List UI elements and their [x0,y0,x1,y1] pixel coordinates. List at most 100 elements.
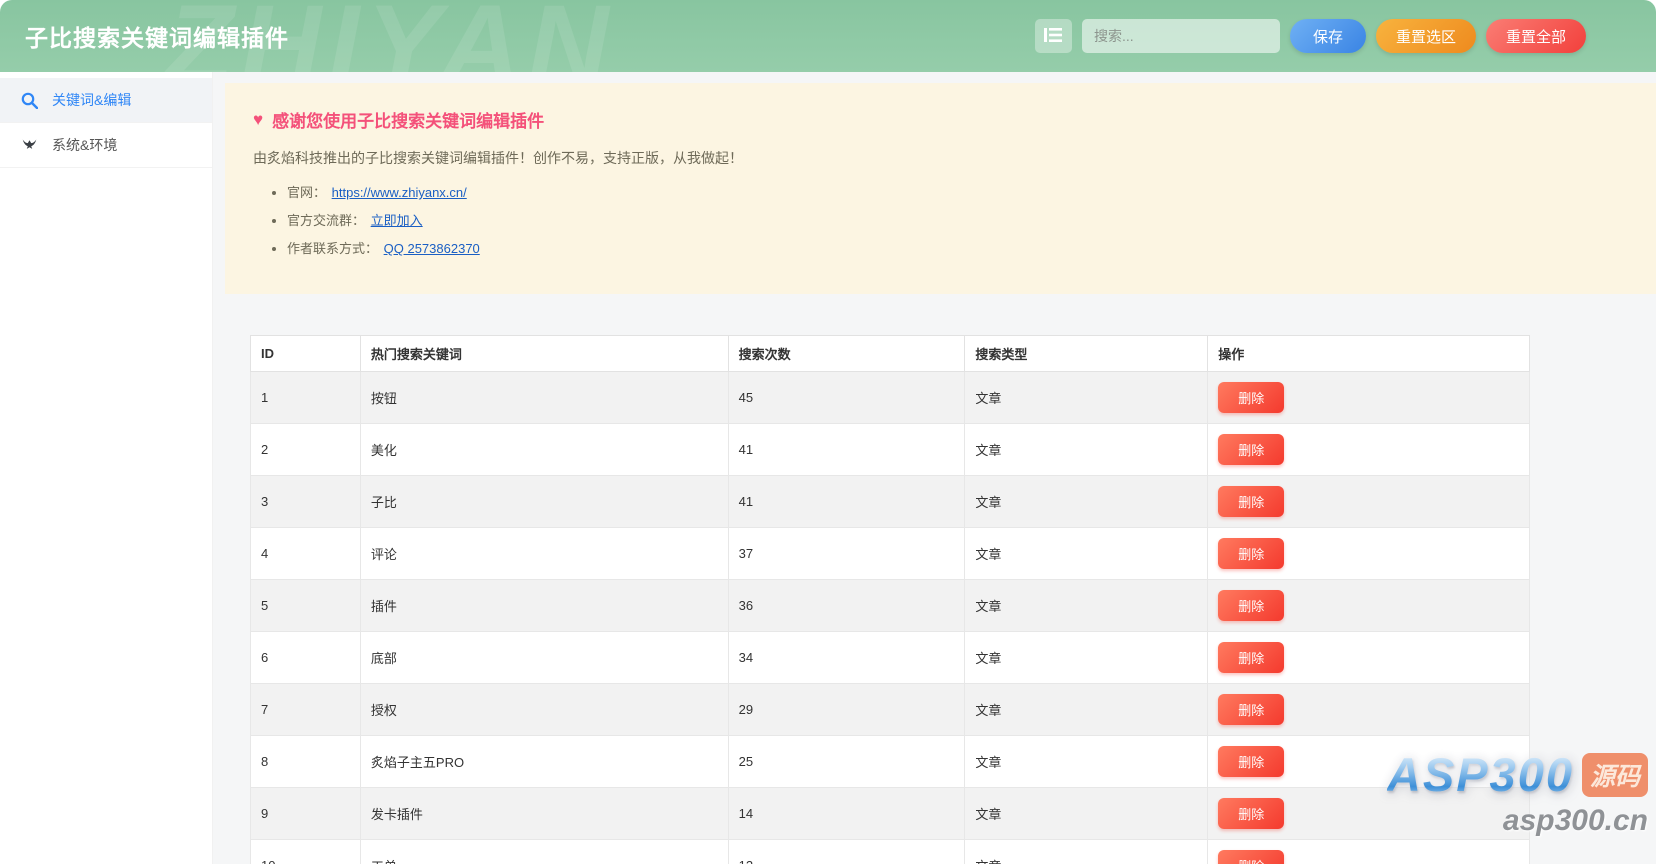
table-row: 8炙焰子主五PRO25文章删除 [251,736,1530,788]
row-actions: 删除 [1208,372,1530,424]
row-keyword: 授权 [360,684,728,736]
delete-button[interactable]: 删除 [1218,850,1284,864]
website-link[interactable]: https://www.zhiyanx.cn/ [332,185,467,200]
sidebar: 关键词&编辑 系统&环境 [0,72,213,864]
bullet-label: 官网： [287,185,326,200]
row-keyword: 发卡插件 [360,788,728,840]
row-type: 文章 [965,528,1208,580]
list-item: 作者联系方式： QQ 2573862370 [287,238,1626,257]
welcome-notice: ♥ 感谢您使用子比搜索关键词编辑插件 由炙焰科技推出的子比搜索关键词编辑插件！创… [225,83,1656,294]
row-actions: 删除 [1208,580,1530,632]
bullet-label: 官方交流群： [287,213,365,228]
row-type: 文章 [965,580,1208,632]
row-count: 12 [728,840,965,864]
notice-description: 由炙焰科技推出的子比搜索关键词编辑插件！创作不易，支持正版，从我做起！ [253,148,1626,168]
row-actions: 删除 [1208,684,1530,736]
reset-all-button[interactable]: 重置全部 [1486,19,1586,53]
row-keyword: 底部 [360,632,728,684]
list-item: 官方交流群： 立即加入 [287,210,1626,229]
heart-icon: ♥ [253,110,263,130]
row-type: 文章 [965,372,1208,424]
row-id: 7 [251,684,361,736]
sidebar-item-system[interactable]: 系统&环境 [0,123,212,168]
row-count: 29 [728,684,965,736]
row-type: 文章 [965,736,1208,788]
table-body: 1按钮45文章删除2美化41文章删除3子比41文章删除4评论37文章删除5插件3… [251,372,1530,864]
list-toggle-button[interactable] [1035,19,1072,53]
join-group-link[interactable]: 立即加入 [371,213,423,228]
row-actions: 删除 [1208,476,1530,528]
delete-button[interactable]: 删除 [1218,590,1284,621]
row-actions: 删除 [1208,788,1530,840]
bullet-label: 作者联系方式： [287,241,378,256]
delete-button[interactable]: 删除 [1218,538,1284,569]
row-count: 37 [728,528,965,580]
row-count: 14 [728,788,965,840]
row-actions: 删除 [1208,528,1530,580]
sidebar-item-keywords[interactable]: 关键词&编辑 [0,78,212,123]
row-keyword: 插件 [360,580,728,632]
table-row: 3子比41文章删除 [251,476,1530,528]
header-toolbar: 保存 重置选区 重置全部 [1035,19,1586,53]
delete-button[interactable]: 删除 [1218,434,1284,465]
row-count: 36 [728,580,965,632]
row-type: 文章 [965,788,1208,840]
row-count: 34 [728,632,965,684]
table-row: 4评论37文章删除 [251,528,1530,580]
search-icon [21,92,38,109]
row-keyword: 评论 [360,528,728,580]
plugin-window: ZHIYAN 子比搜索关键词编辑插件 保存 重置选区 重置全部 [0,0,1656,864]
page-title: 子比搜索关键词编辑插件 [25,19,289,53]
row-id: 4 [251,528,361,580]
table-header-row: ID 热门搜索关键词 搜索次数 搜索类型 操作 [251,336,1530,372]
keywords-table: ID 热门搜索关键词 搜索次数 搜索类型 操作 1按钮45文章删除2美化41文章… [250,335,1530,864]
list-icon [1044,27,1062,46]
row-id: 8 [251,736,361,788]
row-id: 10 [251,840,361,864]
row-type: 文章 [965,684,1208,736]
row-actions: 删除 [1208,736,1530,788]
row-id: 5 [251,580,361,632]
row-count: 45 [728,372,965,424]
row-count: 25 [728,736,965,788]
delete-button[interactable]: 删除 [1218,486,1284,517]
row-keyword: 炙焰子主五PRO [360,736,728,788]
search-input[interactable] [1082,19,1280,53]
sidebar-item-label: 系统&环境 [52,135,117,155]
row-id: 9 [251,788,361,840]
row-keyword: 按钮 [360,372,728,424]
environment-icon [21,137,38,154]
table-row: 9发卡插件14文章删除 [251,788,1530,840]
col-header-actions: 操作 [1208,336,1530,372]
main-content: ♥ 感谢您使用子比搜索关键词编辑插件 由炙焰科技推出的子比搜索关键词编辑插件！创… [213,72,1656,864]
row-type: 文章 [965,632,1208,684]
table-row: 1按钮45文章删除 [251,372,1530,424]
notice-title: 感谢您使用子比搜索关键词编辑插件 [272,107,544,132]
table-row: 2美化41文章删除 [251,424,1530,476]
row-type: 文章 [965,840,1208,864]
source-badge: 源码 [1582,753,1648,797]
list-item: 官网： https://www.zhiyanx.cn/ [287,182,1626,201]
delete-button[interactable]: 删除 [1218,642,1284,673]
delete-button[interactable]: 删除 [1218,694,1284,725]
sidebar-item-label: 关键词&编辑 [52,90,131,110]
row-type: 文章 [965,476,1208,528]
delete-button[interactable]: 删除 [1218,746,1284,777]
row-count: 41 [728,424,965,476]
row-actions: 删除 [1208,632,1530,684]
row-count: 41 [728,476,965,528]
table-row: 7授权29文章删除 [251,684,1530,736]
delete-button[interactable]: 删除 [1218,798,1284,829]
table-row: 10工单12文章删除 [251,840,1530,864]
row-id: 6 [251,632,361,684]
row-keyword: 工单 [360,840,728,864]
notice-heading: ♥ 感谢您使用子比搜索关键词编辑插件 [253,107,1626,132]
row-keyword: 子比 [360,476,728,528]
row-id: 1 [251,372,361,424]
qq-contact-link[interactable]: QQ 2573862370 [384,241,480,256]
col-header-keyword: 热门搜索关键词 [360,336,728,372]
header: ZHIYAN 子比搜索关键词编辑插件 保存 重置选区 重置全部 [0,0,1656,72]
save-button[interactable]: 保存 [1290,19,1366,53]
reset-selection-button[interactable]: 重置选区 [1376,19,1476,53]
delete-button[interactable]: 删除 [1218,382,1284,413]
